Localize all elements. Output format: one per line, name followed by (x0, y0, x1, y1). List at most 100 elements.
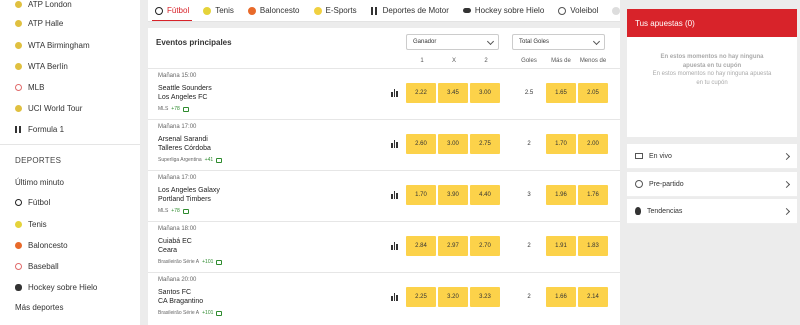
hockey-puck-icon (462, 8, 471, 13)
chevron-down-icon (592, 37, 601, 46)
league-name: Brasileirão Série A (158, 310, 200, 316)
more-markets-link[interactable]: +101 (202, 310, 213, 316)
odd-1-button[interactable]: 1.70 (406, 185, 436, 205)
sidebar-item-mas-deportes[interactable]: Más deportes (15, 300, 63, 314)
stats-icon[interactable] (391, 293, 398, 301)
more-markets-link[interactable]: +78 (171, 106, 179, 112)
link-pre-partido[interactable]: Pre-partido (627, 172, 797, 197)
link-tendencias[interactable]: Tendencias (627, 199, 797, 224)
odd-2-button[interactable]: 2.75 (470, 134, 500, 154)
goals-line: 2.5 (524, 90, 534, 96)
under-odd-button[interactable]: 1.76 (578, 185, 608, 205)
home-team[interactable]: Cuiabá EC (158, 238, 192, 245)
odd-2-button[interactable]: 3.23 (470, 287, 500, 307)
event-league: Brasileirão Série A +101 (158, 310, 223, 316)
under-odd-button[interactable]: 1.83 (578, 236, 608, 256)
away-team[interactable]: Ceara (158, 247, 177, 254)
odd-x-button[interactable]: 3.00 (438, 134, 468, 154)
tennis-ball-icon (15, 220, 22, 228)
event-time: Mañana 17:00 (158, 175, 197, 181)
stats-icon[interactable] (391, 140, 398, 148)
sports-tab-bar: Fútbol Tenis Baloncesto E-Sports Deporte… (148, 0, 620, 22)
tab-esports[interactable]: E-Sports (307, 0, 364, 21)
link-en-vivo[interactable]: En vivo (627, 144, 797, 169)
table-row: Mañana 20:00 Santos FC CA Bragantino Brasil… (148, 272, 620, 322)
event-time: Mañana 15:00 (158, 73, 197, 79)
odd-1-button[interactable]: 2.84 (406, 236, 436, 256)
odd-2-button[interactable]: 2.70 (470, 236, 500, 256)
sidebar-item-atp-halle[interactable]: ATP Halle (15, 16, 63, 30)
home-team[interactable]: Arsenal Sarandi (158, 136, 208, 143)
checkered-flag-icon (370, 6, 379, 15)
table-row: Mañana 17:00 Los Angeles Galaxy Portland T… (148, 170, 620, 220)
sidebar-heading-deportes: DEPORTES (15, 156, 62, 165)
volleyball-icon (558, 6, 567, 15)
odd-1-button[interactable]: 2.25 (406, 287, 436, 307)
over-odd-button[interactable]: 1.66 (546, 287, 576, 307)
odd-x-button[interactable]: 2.97 (438, 236, 468, 256)
esports-icon (313, 6, 322, 15)
odd-x-button[interactable]: 3.90 (438, 185, 468, 205)
over-odd-button[interactable]: 1.96 (546, 185, 576, 205)
under-odd-button[interactable]: 2.00 (578, 134, 608, 154)
sidebar-item-ultimo-minuto[interactable]: Último minuto (15, 175, 64, 189)
more-markets-link[interactable]: +101 (202, 259, 213, 265)
more-markets-link[interactable]: +41 (205, 157, 213, 163)
sidebar-item-tenis[interactable]: Tenis (15, 217, 47, 231)
over-odd-button[interactable]: 1.91 (546, 236, 576, 256)
under-odd-button[interactable]: 2.05 (578, 83, 608, 103)
event-league: Superliga Argentina +41 (158, 157, 223, 163)
sidebar-item-mlb[interactable]: MLB (15, 80, 44, 94)
tab-baloncesto[interactable]: Baloncesto (241, 0, 307, 21)
sidebar-item-formula-1[interactable]: Formula 1 (15, 122, 64, 136)
more-markets-link[interactable]: +78 (171, 208, 179, 214)
event-league: MLS +78 (158, 208, 189, 214)
tennis-ball-icon (203, 6, 212, 15)
sidebar-item-hockey[interactable]: Hockey sobre Hielo (15, 280, 97, 294)
stats-icon[interactable] (391, 191, 398, 199)
away-team[interactable]: CA Bragantino (158, 298, 203, 305)
event-league: MLS +78 (158, 106, 189, 112)
betslip-empty-message: En estos momentos no hay ninguna apuesta… (660, 54, 764, 69)
stats-icon[interactable] (391, 242, 398, 250)
over-odd-button[interactable]: 1.70 (546, 134, 576, 154)
over-odd-button[interactable]: 1.65 (546, 83, 576, 103)
sidebar-item-futbol[interactable]: Fútbol (15, 195, 50, 209)
home-team[interactable]: Seattle Sounders (158, 85, 212, 92)
odd-1-button[interactable]: 2.22 (406, 83, 436, 103)
tab-voleibol[interactable]: Voleibol (551, 0, 605, 21)
tab-hockey-sobre-hielo[interactable]: Hockey sobre Hielo (456, 0, 551, 21)
away-team[interactable]: Los Angeles FC (158, 94, 207, 101)
away-team[interactable]: Talleres Córdoba (158, 145, 211, 152)
market-select[interactable]: Ganador (406, 34, 499, 50)
stats-icon[interactable] (391, 89, 398, 97)
home-team[interactable]: Los Angeles Galaxy (158, 187, 220, 194)
goals-select[interactable]: Total Goles (512, 34, 605, 50)
sidebar-item-wta-berlin[interactable]: WTA Berlín (15, 59, 68, 73)
odd-x-button[interactable]: 3.45 (438, 83, 468, 103)
tab-tenis[interactable]: Tenis (196, 0, 241, 21)
odd-2-button[interactable]: 3.00 (470, 83, 500, 103)
home-team[interactable]: Santos FC (158, 289, 191, 296)
odd-1-button[interactable]: 2.60 (406, 134, 436, 154)
sidebar-item-wta-birmingham[interactable]: WTA Birmingham (15, 38, 90, 52)
live-tv-icon (635, 153, 643, 159)
sidebar-item-baseball[interactable]: Baseball (15, 259, 59, 273)
under-odd-button[interactable]: 2.14 (578, 287, 608, 307)
betslip-header[interactable]: Tus apuestas (0) (627, 9, 797, 37)
away-team[interactable]: Portland Timbers (158, 196, 211, 203)
col-header-menos: Menos de (579, 58, 607, 64)
tab-more[interactable]: B (605, 0, 620, 21)
sidebar-item-baloncesto[interactable]: Baloncesto (15, 238, 68, 252)
col-header-2: 2 (484, 58, 488, 64)
tab-futbol[interactable]: Fútbol (148, 0, 196, 21)
odd-x-button[interactable]: 3.20 (438, 287, 468, 307)
tab-deportes-de-motor[interactable]: Deportes de Motor (364, 0, 456, 21)
sidebar-item-uci-world-tour[interactable]: UCI World Tour (15, 101, 82, 115)
odd-2-button[interactable]: 4.40 (470, 185, 500, 205)
tv-icon (216, 310, 223, 316)
pre-match-icon (635, 180, 643, 188)
sidebar-item-atp-london[interactable]: ATP London (15, 0, 72, 11)
goals-line: 2 (527, 141, 531, 147)
chevron-right-icon (782, 207, 791, 216)
